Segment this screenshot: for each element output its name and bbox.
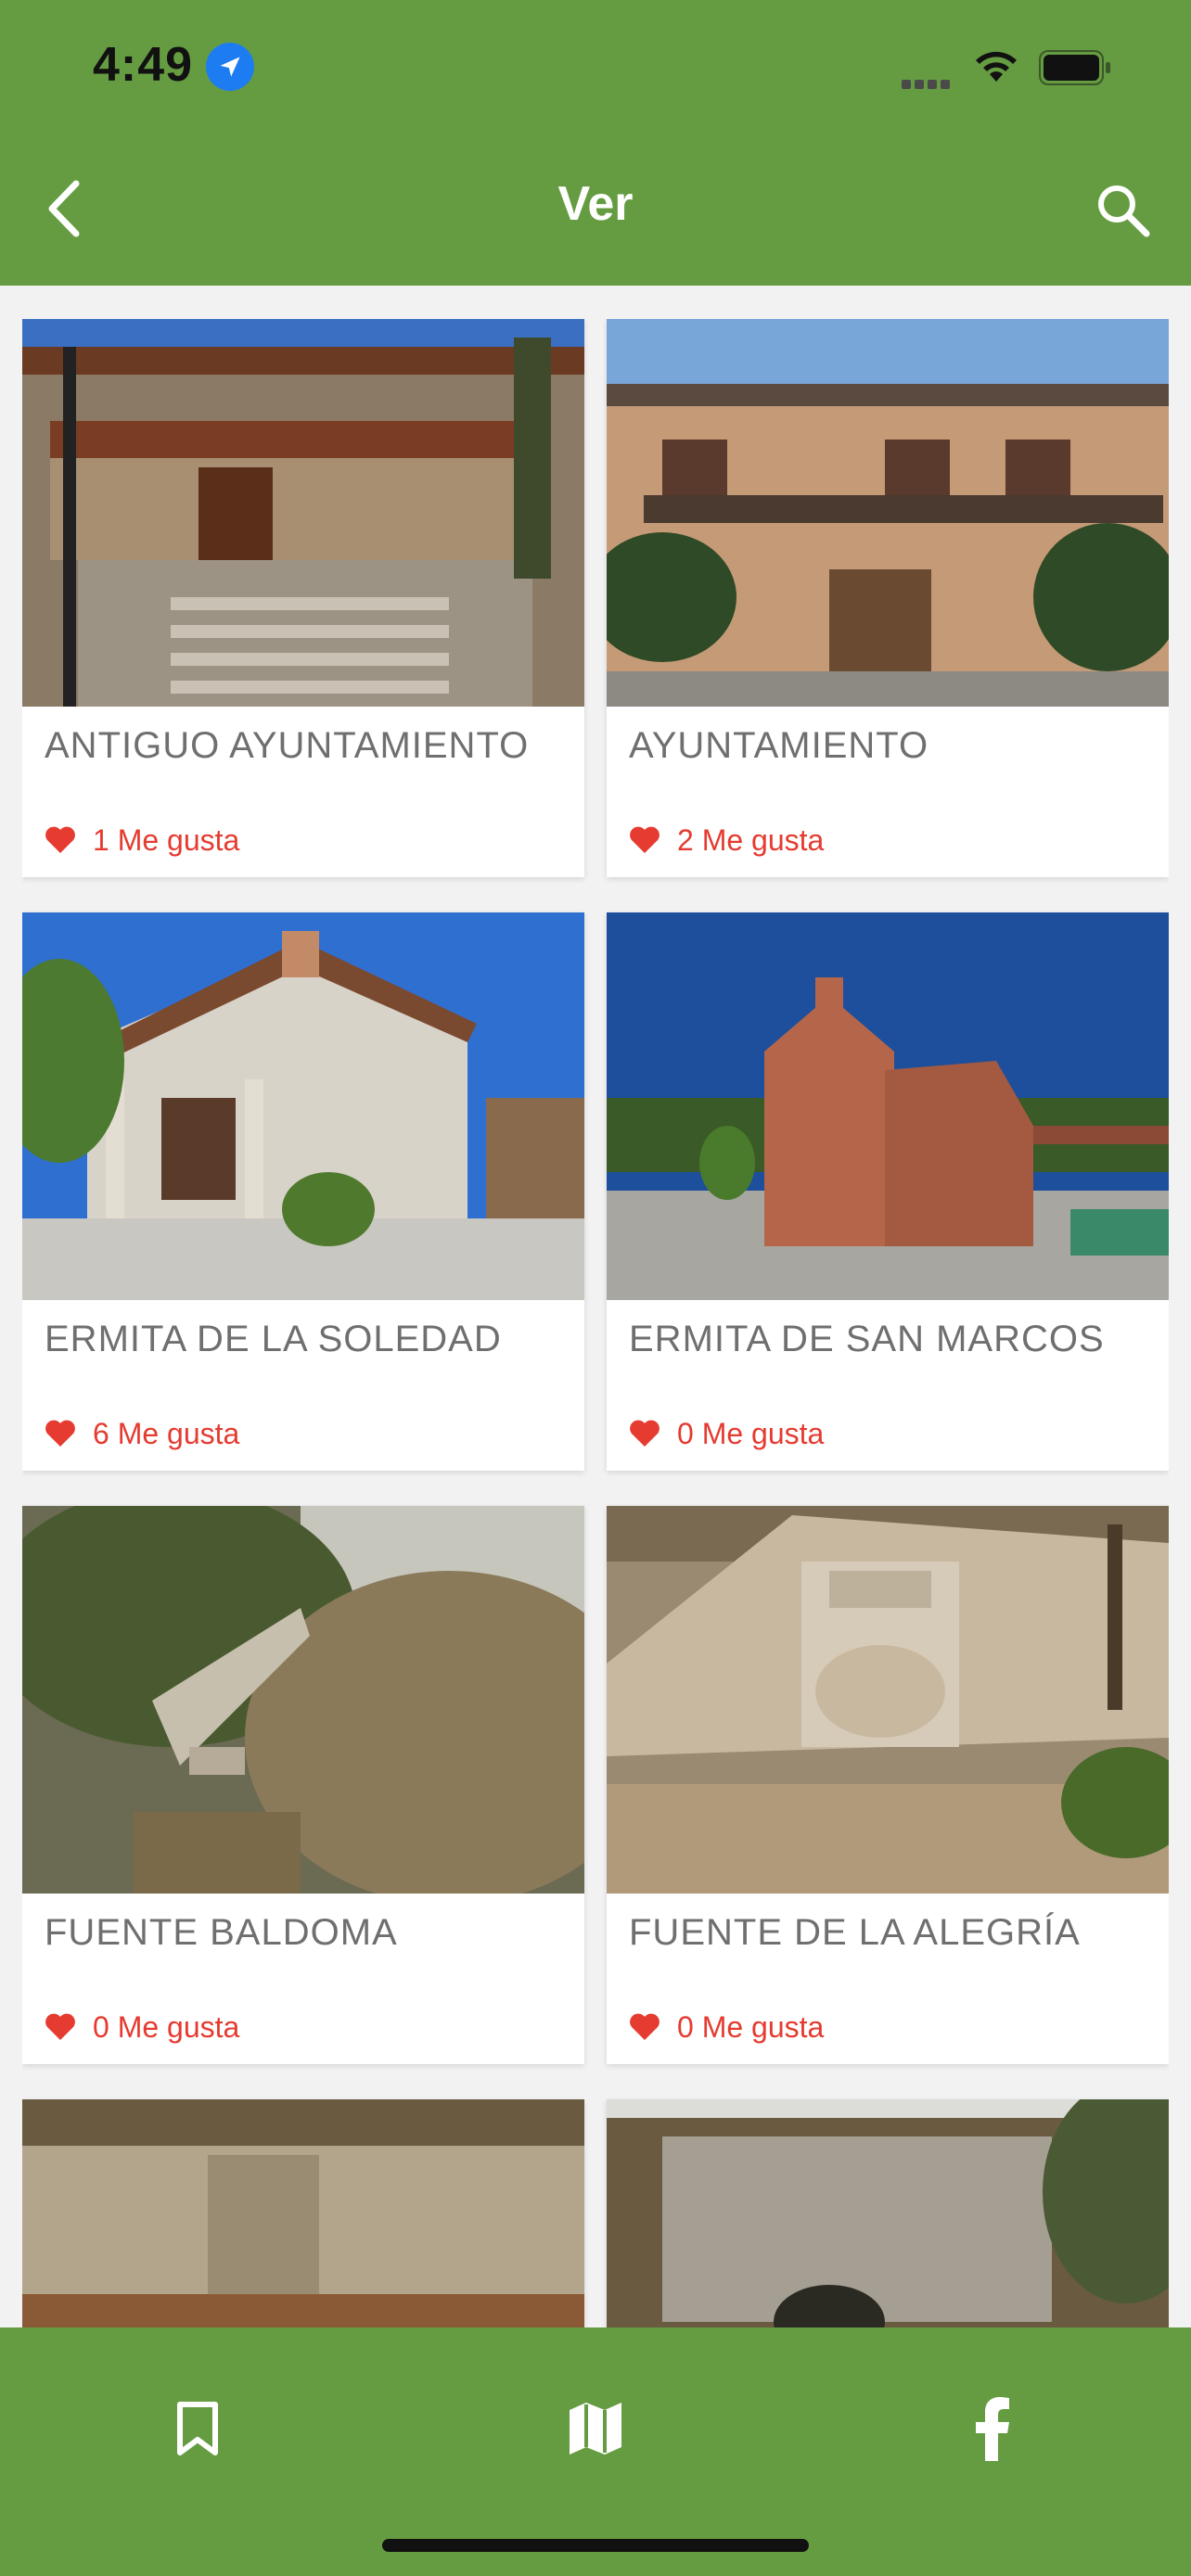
search-icon[interactable] <box>1093 180 1152 239</box>
place-card[interactable]: ERMITA DE LA SOLEDAD 6 Me gusta <box>22 912 584 1471</box>
likes-label: 0 Me gusta <box>677 1416 825 1450</box>
heart-icon <box>45 1420 75 1447</box>
cellular-signal-icon <box>902 72 957 89</box>
home-indicator[interactable] <box>382 2539 809 2552</box>
place-card[interactable] <box>607 2099 1169 2327</box>
place-card[interactable] <box>22 2099 584 2327</box>
heart-icon <box>45 2013 75 2040</box>
place-name: FUENTE BALDOMA <box>45 1912 398 1953</box>
place-photo <box>22 1506 584 1894</box>
heart-icon <box>630 1420 660 1447</box>
battery-icon <box>1039 50 1113 90</box>
status-bar: 4:49 <box>0 0 1191 139</box>
heart-icon <box>45 826 75 853</box>
place-name: ANTIGUO AYUNTAMIENTO <box>45 725 530 766</box>
place-photo <box>607 1506 1169 1894</box>
nav-bookmarks-button[interactable] <box>142 2387 253 2470</box>
bottom-nav-bar <box>0 2327 1191 2576</box>
place-photo <box>607 2099 1169 2327</box>
nav-facebook-button[interactable] <box>937 2387 1048 2470</box>
bookmark-icon <box>177 2402 218 2455</box>
likes-label: 6 Me gusta <box>93 1416 240 1450</box>
likes-count: 1 Me gusta <box>45 822 239 859</box>
facebook-icon <box>976 2397 1009 2461</box>
nav-map-button[interactable] <box>540 2387 651 2470</box>
place-photo <box>607 319 1169 707</box>
place-name: FUENTE DE LA ALEGRÍA <box>629 1912 1081 1953</box>
location-arrow-icon <box>206 43 254 91</box>
likes-label: 1 Me gusta <box>93 823 240 857</box>
place-card[interactable]: ERMITA DE SAN MARCOS 0 Me gusta <box>607 912 1169 1471</box>
place-name: ERMITA DE LA SOLEDAD <box>45 1319 502 1359</box>
place-card[interactable]: ANTIGUO AYUNTAMIENTO 1 Me gusta <box>22 319 584 877</box>
map-icon <box>570 2403 621 2455</box>
likes-count: 6 Me gusta <box>45 1415 239 1452</box>
likes-label: 0 Me gusta <box>677 2009 825 2044</box>
place-name: ERMITA DE SAN MARCOS <box>629 1319 1105 1359</box>
place-photo <box>22 2099 584 2327</box>
likes-count: 0 Me gusta <box>629 2009 824 2046</box>
likes-label: 2 Me gusta <box>677 823 825 857</box>
heart-icon <box>630 826 660 853</box>
likes-label: 0 Me gusta <box>93 2009 240 2044</box>
place-card[interactable]: FUENTE BALDOMA 0 Me gusta <box>22 1506 584 2064</box>
page-title: Ver <box>557 177 634 231</box>
place-card[interactable]: AYUNTAMIENTO 2 Me gusta <box>607 319 1169 877</box>
heart-icon <box>630 2013 660 2040</box>
wifi-icon <box>972 46 1020 88</box>
status-time: 4:49 <box>93 38 194 92</box>
place-photo <box>22 319 584 707</box>
places-grid: ANTIGUO AYUNTAMIENTO 1 Me gusta AYUNTAMI <box>22 319 1169 2327</box>
place-card[interactable]: FUENTE DE LA ALEGRÍA 0 Me gusta <box>607 1506 1169 2064</box>
place-photo <box>607 912 1169 1300</box>
place-name: AYUNTAMIENTO <box>629 725 929 766</box>
likes-count: 0 Me gusta <box>45 2009 239 2046</box>
likes-count: 2 Me gusta <box>629 822 824 859</box>
likes-count: 0 Me gusta <box>629 1415 824 1452</box>
place-photo <box>22 912 584 1300</box>
top-app-bar: 4:49 Ver <box>0 0 1191 286</box>
